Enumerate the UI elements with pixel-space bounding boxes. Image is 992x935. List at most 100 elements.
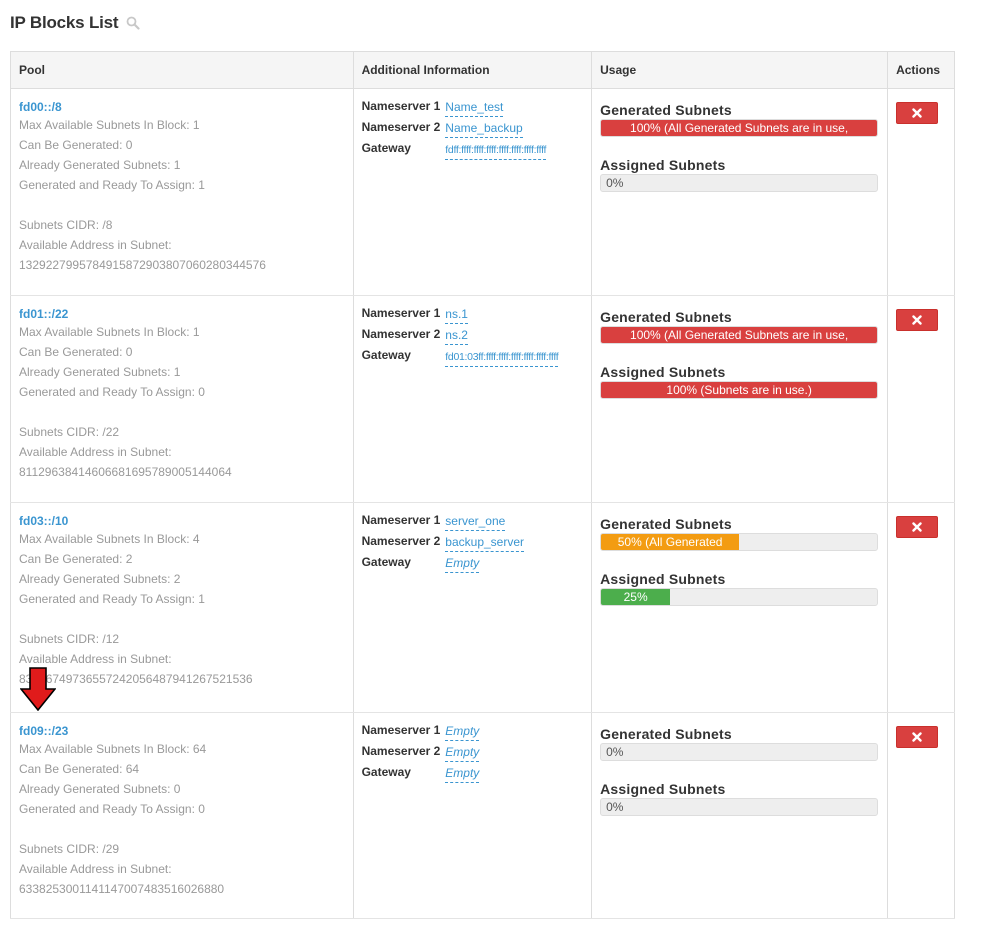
gateway-label: Gateway [361, 555, 411, 569]
gateway-value[interactable]: Empty [445, 766, 480, 783]
nameserver-2-label: Nameserver 2 [361, 744, 441, 758]
pool-link[interactable]: fd01::/22 [19, 307, 345, 321]
generated-subnets-label: Generated Subnets [600, 726, 732, 742]
assigned-subnets-progress: 0% [600, 798, 879, 816]
available-address-value: 6338253001141147007483516026880 [19, 882, 225, 896]
generated-subnets-progress: 100% (All Generated Subnets are in use, [600, 119, 879, 137]
nameserver-1-value[interactable]: server_one [445, 514, 506, 531]
assigned-subnets-label: Assigned Subnets [600, 571, 726, 587]
available-address-value: 83076749736557242056487941267521536 [19, 672, 253, 686]
generated-ready-to-assign: Generated and Ready To Assign: 0 [19, 802, 205, 816]
already-generated-subnets: Already Generated Subnets: 2 [19, 572, 181, 586]
nameserver-2-value[interactable]: Name_backup [445, 121, 523, 138]
generated-subnets-bar: 100% (All Generated Subnets are in use, [601, 327, 878, 343]
close-icon [912, 315, 922, 325]
nameserver-1-value[interactable]: Empty [445, 724, 480, 741]
pool-details: Max Available Subnets In Block: 1 Can Be… [19, 322, 345, 482]
assigned-subnets-bar: 25% [601, 589, 671, 605]
header-pool[interactable]: Pool [10, 51, 354, 89]
gateway-value[interactable]: fd01:03ff:ffff:ffff:ffff:ffff:ffff:ffff [445, 350, 559, 367]
nameserver-2-value[interactable]: ns.2 [445, 328, 468, 345]
ip-blocks-table: Pool Additional Information Usage Action… [10, 51, 955, 919]
pool-link[interactable]: fd09::/23 [19, 724, 345, 738]
delete-button[interactable] [896, 726, 939, 748]
actions-cell [887, 295, 955, 503]
nameserver-table: Nameserver 1 ns.1 Nameserver 2 ns.2 Gatewa… [362, 305, 559, 368]
nameserver-1-label: Nameserver 1 [361, 723, 441, 737]
delete-button[interactable] [896, 102, 939, 124]
gateway-label: Gateway [361, 765, 411, 779]
assigned-subnets-progress: 0% [600, 174, 879, 192]
additional-info-cell: Nameserver 1 server_one Nameserver 2 backu… [353, 502, 593, 713]
gateway-value[interactable]: Empty [445, 556, 480, 573]
table-row: fd01::/22 Max Available Subnets In Block… [10, 295, 955, 503]
generated-subnets-label: Generated Subnets [600, 102, 732, 118]
subnets-cidr: Subnets CIDR: /29 [19, 842, 120, 856]
assigned-subnets-label: Assigned Subnets [600, 364, 726, 380]
generated-subnets-bar: 50% (All Generated [601, 534, 740, 550]
pool-cell: fd09::/23 Max Available Subnets In Block… [10, 712, 354, 919]
subnets-cidr: Subnets CIDR: /22 [19, 425, 120, 439]
assigned-subnets-progress: 25% [600, 588, 879, 606]
header-usage: Usage [591, 51, 889, 89]
delete-button[interactable] [896, 309, 939, 331]
pool-details: Max Available Subnets In Block: 64 Can B… [19, 739, 345, 899]
usage-cell: Generated Subnets 50% (All Generated Ass… [591, 502, 889, 713]
already-generated-subnets: Already Generated Subnets: 1 [19, 158, 181, 172]
can-be-generated: Can Be Generated: 64 [19, 762, 140, 776]
assigned-subnets-progress: 100% (Subnets are in use.) [600, 381, 879, 399]
can-be-generated: Can Be Generated: 0 [19, 345, 133, 359]
max-available-subnets: Max Available Subnets In Block: 4 [19, 532, 200, 546]
nameserver-1-value[interactable]: Name_test [445, 100, 504, 117]
nameserver-1-label: Nameserver 1 [361, 99, 441, 113]
gateway-value[interactable]: fdff:ffff:ffff:ffff:ffff:ffff:ffff:ffff [445, 143, 546, 160]
max-available-subnets: Max Available Subnets In Block: 1 [19, 118, 200, 132]
generated-ready-to-assign: Generated and Ready To Assign: 0 [19, 385, 205, 399]
close-icon [912, 522, 922, 532]
pool-link[interactable]: fd03::/10 [19, 514, 345, 528]
header-additional-information: Additional Information [353, 51, 593, 89]
nameserver-2-label: Nameserver 2 [361, 120, 441, 134]
nameserver-2-label: Nameserver 2 [361, 327, 441, 341]
table-header-row: Pool Additional Information Usage Action… [10, 51, 955, 89]
gateway-label: Gateway [361, 141, 411, 155]
generated-ready-to-assign: Generated and Ready To Assign: 1 [19, 178, 205, 192]
nameserver-2-value[interactable]: Empty [445, 745, 480, 762]
available-address-label: Available Address in Subnet: [19, 238, 172, 252]
available-address-label: Available Address in Subnet: [19, 862, 172, 876]
assigned-subnets-label: Assigned Subnets [600, 157, 726, 173]
usage-cell: Generated Subnets 100% (All Generated Su… [591, 88, 889, 296]
can-be-generated: Can Be Generated: 0 [19, 138, 133, 152]
generated-subnets-text: 0% [606, 745, 624, 759]
pool-details: Max Available Subnets In Block: 1 Can Be… [19, 115, 345, 275]
assigned-subnets-text: 0% [606, 176, 624, 190]
subnets-cidr: Subnets CIDR: /8 [19, 218, 113, 232]
nameserver-2-value[interactable]: backup_server [445, 535, 525, 552]
additional-info-cell: Nameserver 1 Empty Nameserver 2 Empty Gate… [353, 712, 593, 919]
pool-link[interactable]: fd00::/8 [19, 100, 345, 114]
nameserver-2-label: Nameserver 2 [361, 534, 441, 548]
usage-cell: Generated Subnets 100% (All Generated Su… [591, 295, 889, 503]
delete-button[interactable] [896, 516, 939, 538]
additional-info-cell: Nameserver 1 ns.1 Nameserver 2 ns.2 Gatewa… [353, 295, 593, 503]
search-icon[interactable] [126, 16, 140, 30]
generated-subnets-label: Generated Subnets [600, 516, 732, 532]
gateway-label: Gateway [361, 348, 411, 362]
page-title: IP Blocks List [10, 13, 119, 32]
table-row: fd03::/10 Max Available Subnets In Block… [10, 502, 955, 713]
actions-cell [887, 502, 955, 713]
table-row: fd09::/23 Max Available Subnets In Block… [10, 712, 955, 919]
arrow-down-icon [20, 667, 56, 711]
page-header: IP Blocks List [10, 12, 140, 34]
max-available-subnets: Max Available Subnets In Block: 1 [19, 325, 200, 339]
assigned-subnets-text: 0% [606, 800, 624, 814]
pool-cell: fd01::/22 Max Available Subnets In Block… [10, 295, 354, 503]
available-address-value: 81129638414606681695789005144064 [19, 465, 232, 479]
generated-subnets-bar: 100% (All Generated Subnets are in use, [601, 120, 878, 136]
nameserver-1-label: Nameserver 1 [361, 306, 441, 320]
nameserver-1-value[interactable]: ns.1 [445, 307, 468, 324]
assigned-subnets-label: Assigned Subnets [600, 781, 726, 797]
nameserver-table: Nameserver 1 Name_test Nameserver 2 Name_b… [361, 98, 546, 161]
nameserver-table: Nameserver 1 server_one Nameserver 2 backu… [361, 512, 525, 575]
already-generated-subnets: Already Generated Subnets: 1 [19, 365, 181, 379]
